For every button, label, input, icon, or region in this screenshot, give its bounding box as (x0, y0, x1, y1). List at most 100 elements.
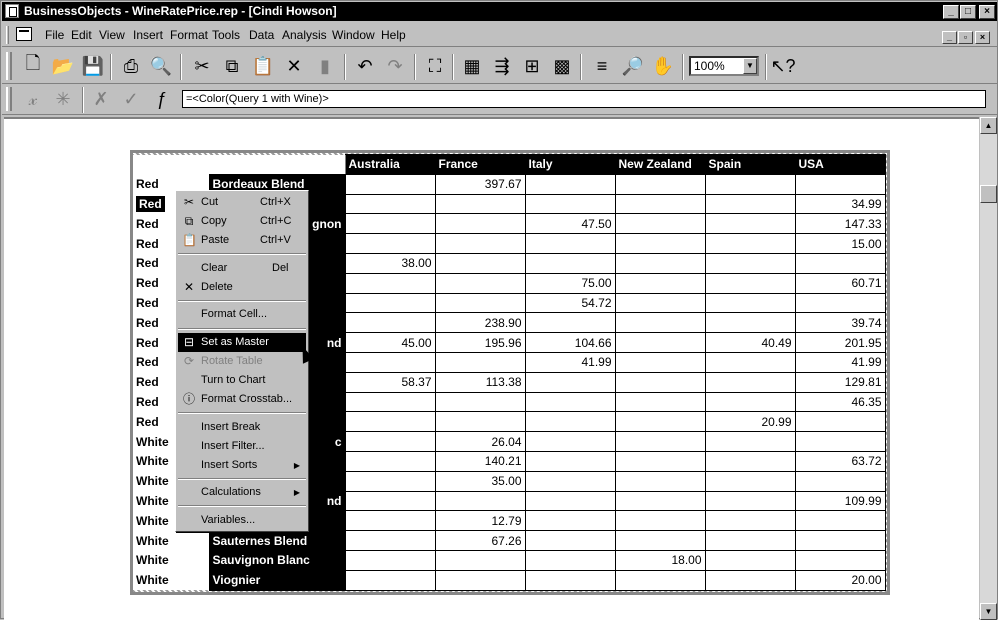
crosstab-cell[interactable] (524, 312, 616, 334)
crosstab-cell[interactable] (434, 490, 526, 512)
crosstab-cell[interactable] (524, 411, 616, 433)
crosstab-icon[interactable]: ▩ (549, 54, 575, 78)
crosstab-cell[interactable] (614, 272, 706, 294)
crosstab-cell[interactable] (434, 252, 526, 274)
color-cell-selected[interactable]: Red (136, 195, 165, 212)
menu-file[interactable]: File (45, 28, 64, 42)
menu-item-cut[interactable]: ✂ Cut Ctrl+X (178, 193, 306, 212)
formula-wizard-icon[interactable]: ✳ (50, 87, 76, 111)
menu-insert[interactable]: Insert (133, 28, 163, 42)
crosstab-cell[interactable]: 113.38 (434, 371, 526, 393)
document-icon[interactable] (16, 27, 32, 41)
menu-item-turn-to-chart[interactable]: Turn to Chart (178, 371, 306, 390)
minimize-icon[interactable]: _ (943, 5, 959, 19)
crosstab-cell[interactable]: 41.99 (794, 351, 886, 373)
column-header[interactable]: USA (794, 154, 886, 175)
scroll-thumb[interactable] (980, 185, 997, 203)
crosstab-cell[interactable] (704, 233, 796, 254)
crosstab-cell[interactable] (344, 569, 436, 591)
row-header-color[interactable]: White (133, 550, 209, 571)
crosstab-cell[interactable]: 26.04 (434, 431, 526, 452)
crosstab-cell[interactable] (344, 193, 436, 215)
menu-item-set-as-master[interactable]: ⊟ Set as Master (178, 333, 306, 352)
crosstab-cell[interactable] (614, 292, 706, 314)
vertical-scrollbar[interactable]: ▲ ▼ (980, 117, 997, 620)
crosstab-cell[interactable] (704, 569, 796, 591)
crosstab-cell[interactable]: 12.79 (434, 510, 526, 532)
crosstab-cell[interactable] (704, 450, 796, 472)
crosstab-cell[interactable] (344, 213, 436, 235)
crosstab-cell[interactable] (524, 530, 616, 551)
maximize-icon[interactable]: □ (960, 5, 976, 19)
crosstab-cell[interactable] (434, 213, 526, 235)
menu-item-delete[interactable]: ✕ Delete (178, 278, 306, 297)
crosstab-cell[interactable] (524, 431, 616, 452)
crosstab-cell[interactable] (344, 312, 436, 334)
mdi-close-icon[interactable]: × (975, 31, 990, 44)
crosstab-cell[interactable] (524, 549, 616, 571)
crosstab-cell[interactable] (614, 173, 706, 195)
crosstab-cell[interactable] (614, 569, 706, 591)
menu-item-rotate-table[interactable]: ⟳ Rotate Table (178, 352, 306, 371)
menu-item-copy[interactable]: ⧉ Copy Ctrl+C (178, 212, 306, 231)
crosstab-cell[interactable] (794, 173, 886, 195)
crosstab-cell[interactable]: 238.90 (434, 312, 526, 334)
data-manager-icon[interactable]: ⛶ (422, 54, 448, 78)
crosstab-cell[interactable] (614, 371, 706, 393)
menu-item-variables[interactable]: Variables... (178, 511, 306, 530)
crosstab-cell[interactable] (704, 470, 796, 492)
crosstab-cell[interactable] (434, 549, 526, 571)
zoom-select[interactable]: 100% ▼ (689, 56, 759, 76)
menu-item-format-crosstab[interactable]: ⓘ Format Crosstab... (178, 390, 306, 409)
crosstab-cell[interactable] (344, 450, 436, 472)
crosstab-cell[interactable] (704, 510, 796, 532)
crosstab-cell[interactable] (614, 213, 706, 235)
crosstab-cell[interactable] (614, 351, 706, 373)
trash-icon[interactable]: ▮ (312, 54, 338, 78)
crosstab-cell[interactable] (434, 272, 526, 294)
crosstab-cell[interactable] (524, 252, 616, 274)
crosstab-cell[interactable] (614, 312, 706, 334)
toolbar-grip[interactable] (6, 52, 12, 80)
crosstab-cell[interactable]: 39.74 (794, 312, 886, 334)
edit-formula-icon[interactable]: 𝓍 (20, 87, 46, 111)
paste-icon[interactable]: 📋 (250, 54, 276, 78)
crosstab-cell[interactable]: 15.00 (794, 233, 886, 254)
zoom-icon[interactable]: 🔎 (620, 54, 646, 78)
crosstab-cell[interactable]: 34.99 (794, 193, 886, 215)
crosstab-cell[interactable] (344, 431, 436, 452)
row-header-color[interactable]: White (133, 530, 209, 551)
crosstab-cell[interactable] (614, 411, 706, 433)
chevron-down-icon[interactable]: ▼ (743, 58, 757, 74)
crosstab-cell[interactable]: 201.95 (794, 332, 886, 353)
crosstab-cell[interactable] (704, 371, 796, 393)
crosstab-cell[interactable] (614, 233, 706, 254)
crosstab-cell[interactable] (614, 332, 706, 353)
crosstab-cell[interactable] (344, 351, 436, 373)
crosstab-cell[interactable] (344, 411, 436, 433)
crosstab-cell[interactable] (434, 193, 526, 215)
crosstab-cell[interactable]: 46.35 (794, 391, 886, 413)
crosstab-cell[interactable]: 18.00 (614, 549, 706, 571)
crosstab-cell[interactable]: 60.71 (794, 272, 886, 294)
crosstab-cell[interactable] (704, 292, 796, 314)
crosstab-cell[interactable] (794, 470, 886, 492)
column-header[interactable]: France (434, 154, 526, 175)
menu-item-insert-filter[interactable]: Insert Filter... (178, 437, 306, 456)
crosstab-cell[interactable] (524, 470, 616, 492)
delete-icon[interactable]: ✕ (281, 54, 307, 78)
crosstab-cell[interactable] (524, 450, 616, 472)
crosstab-cell[interactable] (614, 431, 706, 452)
crosstab-cell[interactable] (794, 292, 886, 314)
crosstab-cell[interactable] (794, 431, 886, 452)
crosstab-cell[interactable] (524, 569, 616, 591)
crosstab-cell[interactable] (524, 490, 616, 512)
crosstab-cell[interactable] (614, 530, 706, 551)
crosstab-cell[interactable] (344, 470, 436, 492)
menu-view[interactable]: View (99, 28, 125, 42)
menu-tools[interactable]: Tools (212, 28, 240, 42)
crosstab-cell[interactable] (344, 530, 436, 551)
open-icon[interactable]: 📂 (50, 54, 76, 78)
crosstab-cell[interactable] (704, 431, 796, 452)
menu-item-format-cell[interactable]: Format Cell... (178, 305, 306, 324)
